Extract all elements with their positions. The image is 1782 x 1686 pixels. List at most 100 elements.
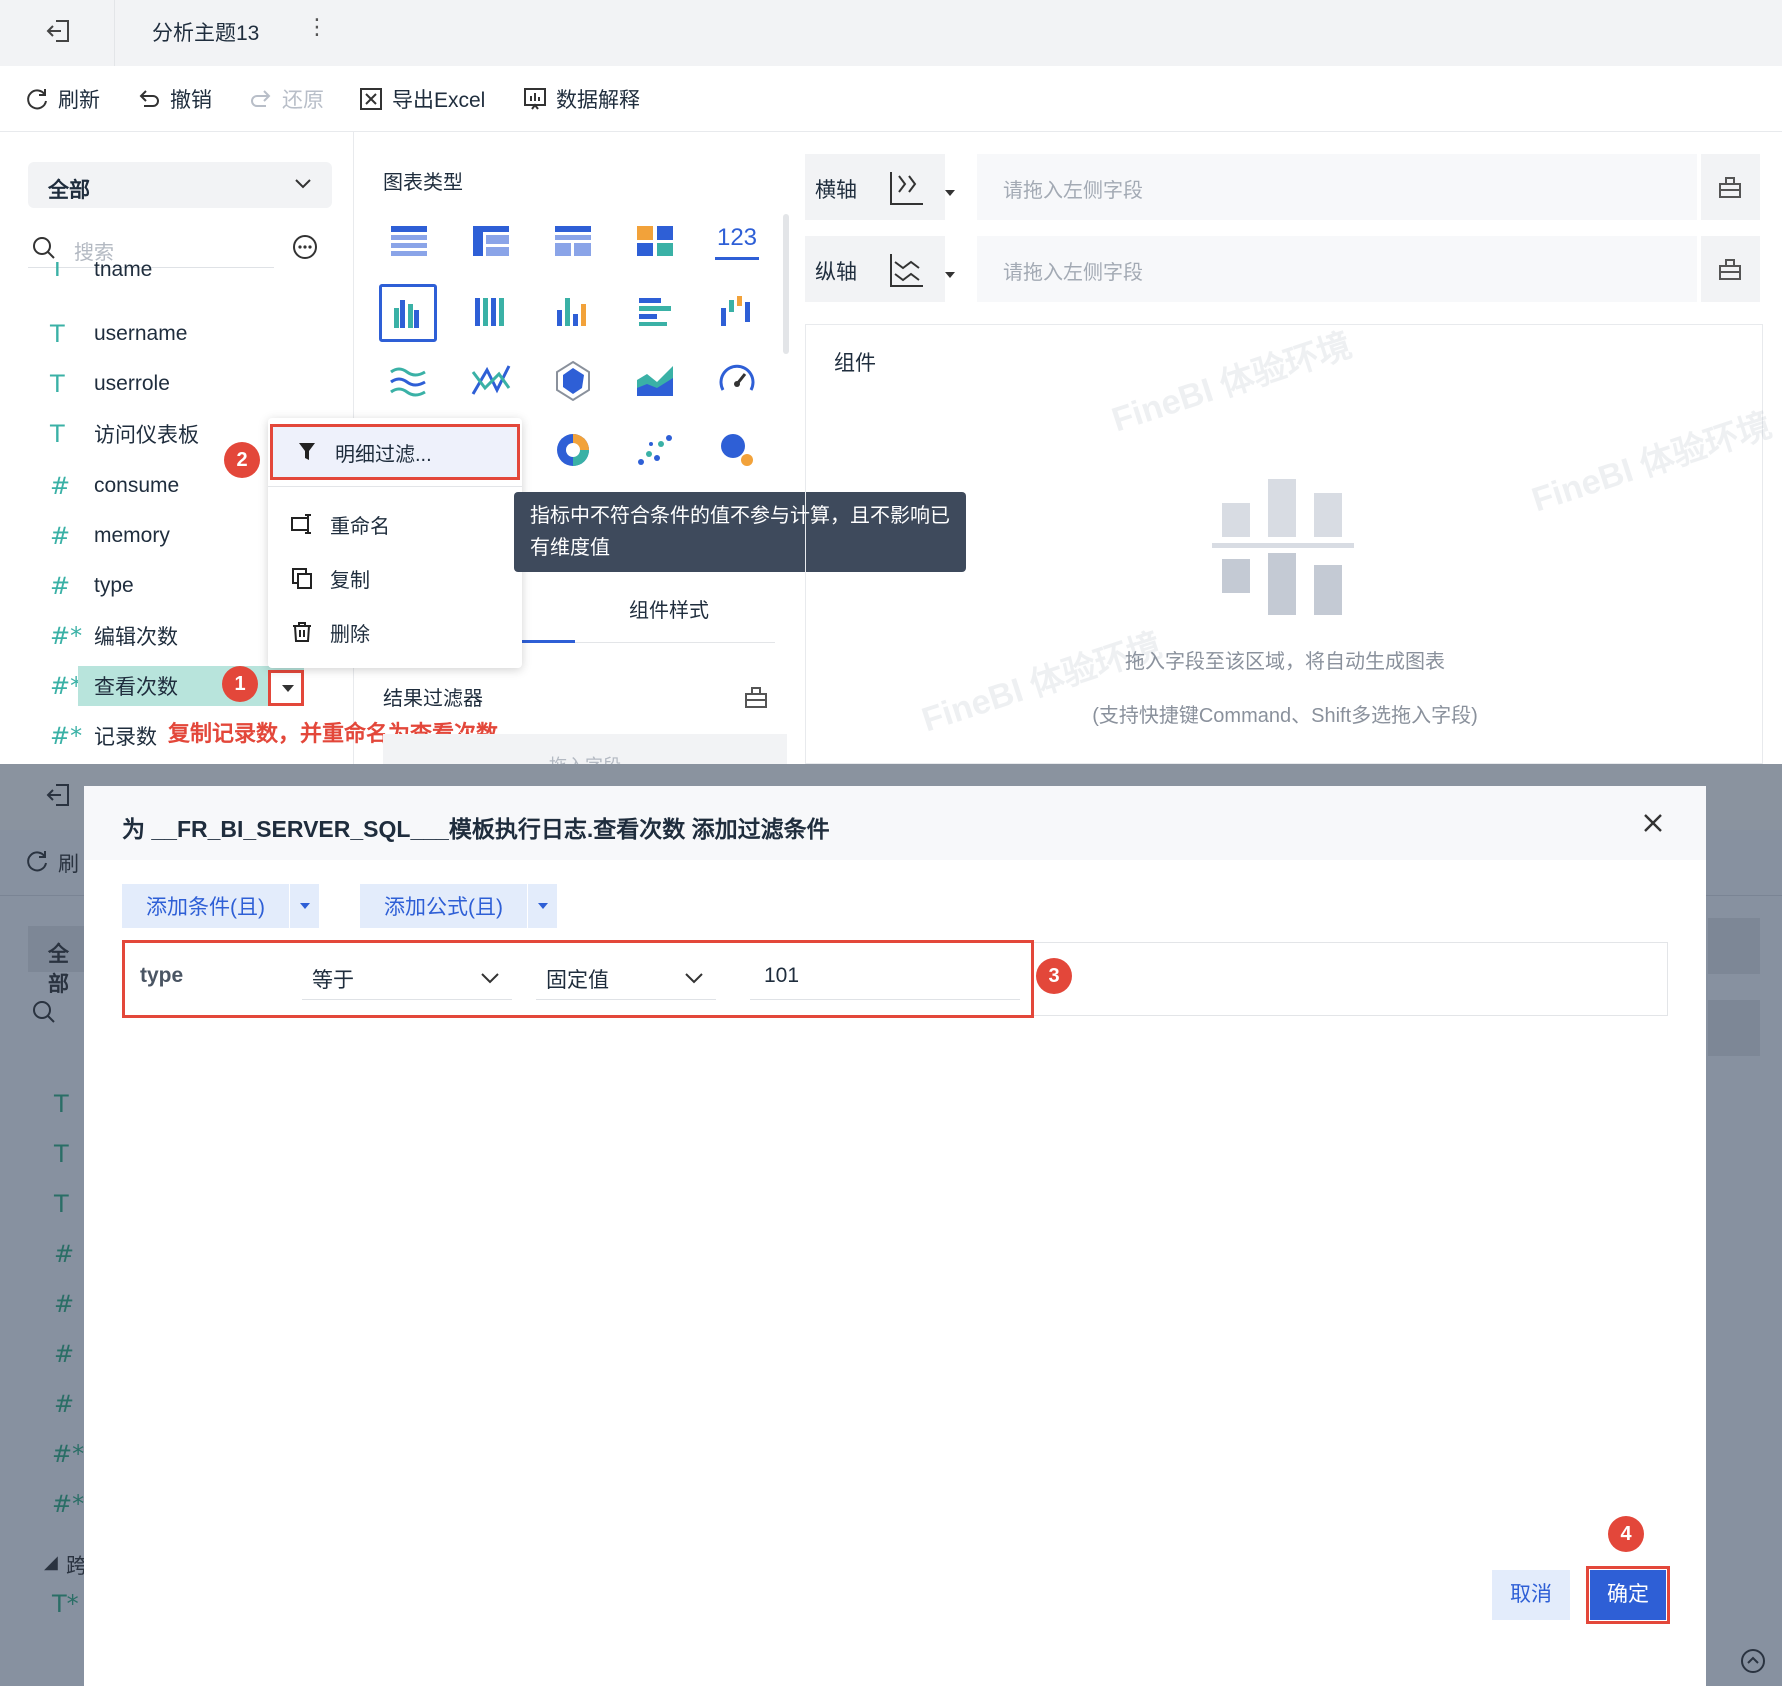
dimmed-field-icon: # (54, 1290, 75, 1318)
bubble-chart-icon[interactable] (715, 428, 759, 472)
number-chart-icon[interactable]: 123 (715, 218, 759, 260)
dimmed-field-icon: T (54, 1190, 69, 1218)
table-chart-icon[interactable] (387, 218, 431, 262)
kpi-card-icon[interactable] (633, 218, 677, 262)
component-canvas[interactable]: 组件 拖入字段至该区域，将自动生成图表 (支持快捷键Command、Shift多… (805, 324, 1776, 764)
field-item[interactable]: T userrole (50, 364, 170, 404)
line-chart-icon[interactable] (387, 358, 431, 402)
export-excel-button[interactable]: 导出Excel (358, 84, 485, 114)
pie-chart-icon[interactable] (551, 428, 595, 472)
menu-item-delete[interactable]: 删除 (268, 606, 522, 658)
area-chart-icon[interactable] (633, 358, 677, 402)
chart-type-label: 图表类型 (383, 172, 463, 194)
add-condition-button[interactable]: 添加条件(且) (122, 884, 319, 928)
field-item[interactable]: T username (50, 314, 187, 354)
copy-icon (292, 568, 312, 589)
stacked-bar-chart-icon[interactable] (469, 288, 513, 332)
data-explain-button[interactable]: 数据解释 (522, 84, 640, 114)
exit-icon[interactable] (44, 16, 74, 46)
table-selector-value: 全部 (48, 179, 90, 202)
menu-item-detail-filter[interactable]: 明细过滤... (270, 424, 520, 480)
detail-table-icon[interactable] (551, 218, 595, 262)
field-item[interactable]: # consume (50, 466, 179, 506)
field-item[interactable]: #* 编辑次数 (50, 616, 178, 656)
caret-down-icon[interactable] (945, 190, 955, 196)
drop-field-zone[interactable]: 拖入字段 (383, 734, 787, 764)
x-axis-label[interactable]: 横轴 (805, 154, 955, 220)
x-axis-row: 横轴 请拖入左侧字段 (805, 154, 1760, 220)
add-formula-label: 添加公式(且) (384, 896, 503, 919)
radar-chart-icon[interactable] (551, 358, 595, 402)
chevron-down-icon (685, 973, 703, 984)
gauge-chart-icon[interactable] (715, 358, 759, 402)
search-placeholder: 搜索 (74, 242, 114, 264)
x-axis-settings-button[interactable] (1701, 154, 1760, 220)
filter-settings-icon[interactable] (743, 684, 769, 710)
chart-build-area: 横轴 请拖入左侧字段 纵轴 请拖入左侧字段 组件 拖入字段至该区域，将自动生成图… (805, 132, 1782, 764)
text-field-icon: T (50, 262, 65, 282)
redo-icon (251, 90, 271, 107)
field-item[interactable]: T tname (50, 262, 152, 282)
waterfall-chart-icon[interactable] (715, 288, 759, 332)
chart-type-scrollbar[interactable] (783, 214, 789, 354)
toolbar: 刷新 撤销 还原 导出Excel 数据解释 (0, 66, 1782, 132)
dimmed-field-icon: T (54, 1090, 69, 1118)
y-axis-settings-button[interactable] (1701, 236, 1760, 302)
search-icon (33, 1001, 55, 1023)
watermark: FineBI 体验环境 (1527, 406, 1777, 520)
horizontal-bar-chart-icon[interactable] (633, 288, 677, 332)
undo-button[interactable]: 撤销 (136, 84, 212, 114)
field-item[interactable]: # memory (50, 516, 170, 556)
close-icon[interactable] (1640, 810, 1666, 836)
field-item[interactable]: # type (50, 566, 134, 606)
field-menu-button[interactable] (268, 670, 304, 706)
menu-item-rename[interactable]: 重命名 (268, 498, 522, 550)
field-name: type (94, 574, 134, 597)
ok-button[interactable]: 确定 (1590, 1570, 1666, 1620)
dimmed-field-icon: # (54, 1240, 75, 1268)
cancel-button[interactable]: 取消 (1492, 1570, 1570, 1620)
dimmed-field-icon: T* (52, 1590, 79, 1618)
component-title: 组件 (834, 352, 876, 375)
condition-value-type-select[interactable]: 固定值 (536, 956, 716, 1000)
trash-icon (293, 622, 311, 642)
add-formula-button[interactable]: 添加公式(且) (360, 884, 557, 928)
refresh-button[interactable]: 刷新 (24, 84, 100, 114)
rename-icon (291, 514, 311, 534)
caret-down-icon[interactable] (289, 884, 319, 928)
caret-down-icon[interactable] (945, 272, 955, 278)
more-options-icon[interactable] (292, 234, 318, 260)
field-item[interactable]: #* 记录数 (50, 716, 157, 756)
condition-field[interactable]: type (140, 964, 183, 988)
collapse-icon (1741, 1649, 1765, 1673)
tab-component-style[interactable]: 组件样式 (629, 594, 709, 623)
text-field-icon: T (50, 320, 65, 348)
radar-line-chart-icon[interactable] (469, 358, 513, 402)
condition-operator-select[interactable]: 等于 (302, 956, 512, 1000)
y-axis-drop-zone[interactable]: 请拖入左侧字段 (977, 236, 1697, 302)
redo-label: 还原 (282, 89, 324, 112)
field-name: 查看次数 (94, 676, 178, 699)
refresh-icon (27, 851, 47, 872)
bar-chart-icon[interactable] (551, 288, 595, 332)
x-axis-drop-zone[interactable]: 请拖入左侧字段 (977, 154, 1697, 220)
add-condition-label: 添加条件(且) (146, 896, 265, 919)
field-name: 编辑次数 (94, 626, 178, 649)
y-axis-label[interactable]: 纵轴 (805, 236, 955, 302)
empty-chart-icon (1212, 479, 1354, 615)
cross-table-icon[interactable] (469, 218, 513, 262)
menu-item-label: 明细过滤... (335, 443, 432, 466)
menu-item-copy[interactable]: 复制 (268, 552, 522, 604)
field-item-icon-holder: #* (50, 666, 82, 706)
dialog-title: 为 __FR_BI_SERVER_SQL___模板执行日志.查看次数 添加过滤条… (122, 816, 830, 842)
table-selector[interactable]: 全部 (28, 162, 332, 208)
result-filter-label: 结果过滤器 (383, 688, 483, 710)
more-icon[interactable]: ⋮ (306, 14, 328, 40)
redo-button[interactable]: 还原 (248, 84, 324, 114)
condition-value-input[interactable]: 101 (750, 956, 1020, 1000)
scatter-chart-icon[interactable] (633, 428, 677, 472)
menu-item-label: 重命名 (330, 515, 390, 538)
field-item[interactable]: T 访问仪表板 (50, 414, 199, 454)
tab-title[interactable]: 分析主题13 (152, 17, 259, 47)
caret-down-icon[interactable] (527, 884, 557, 928)
